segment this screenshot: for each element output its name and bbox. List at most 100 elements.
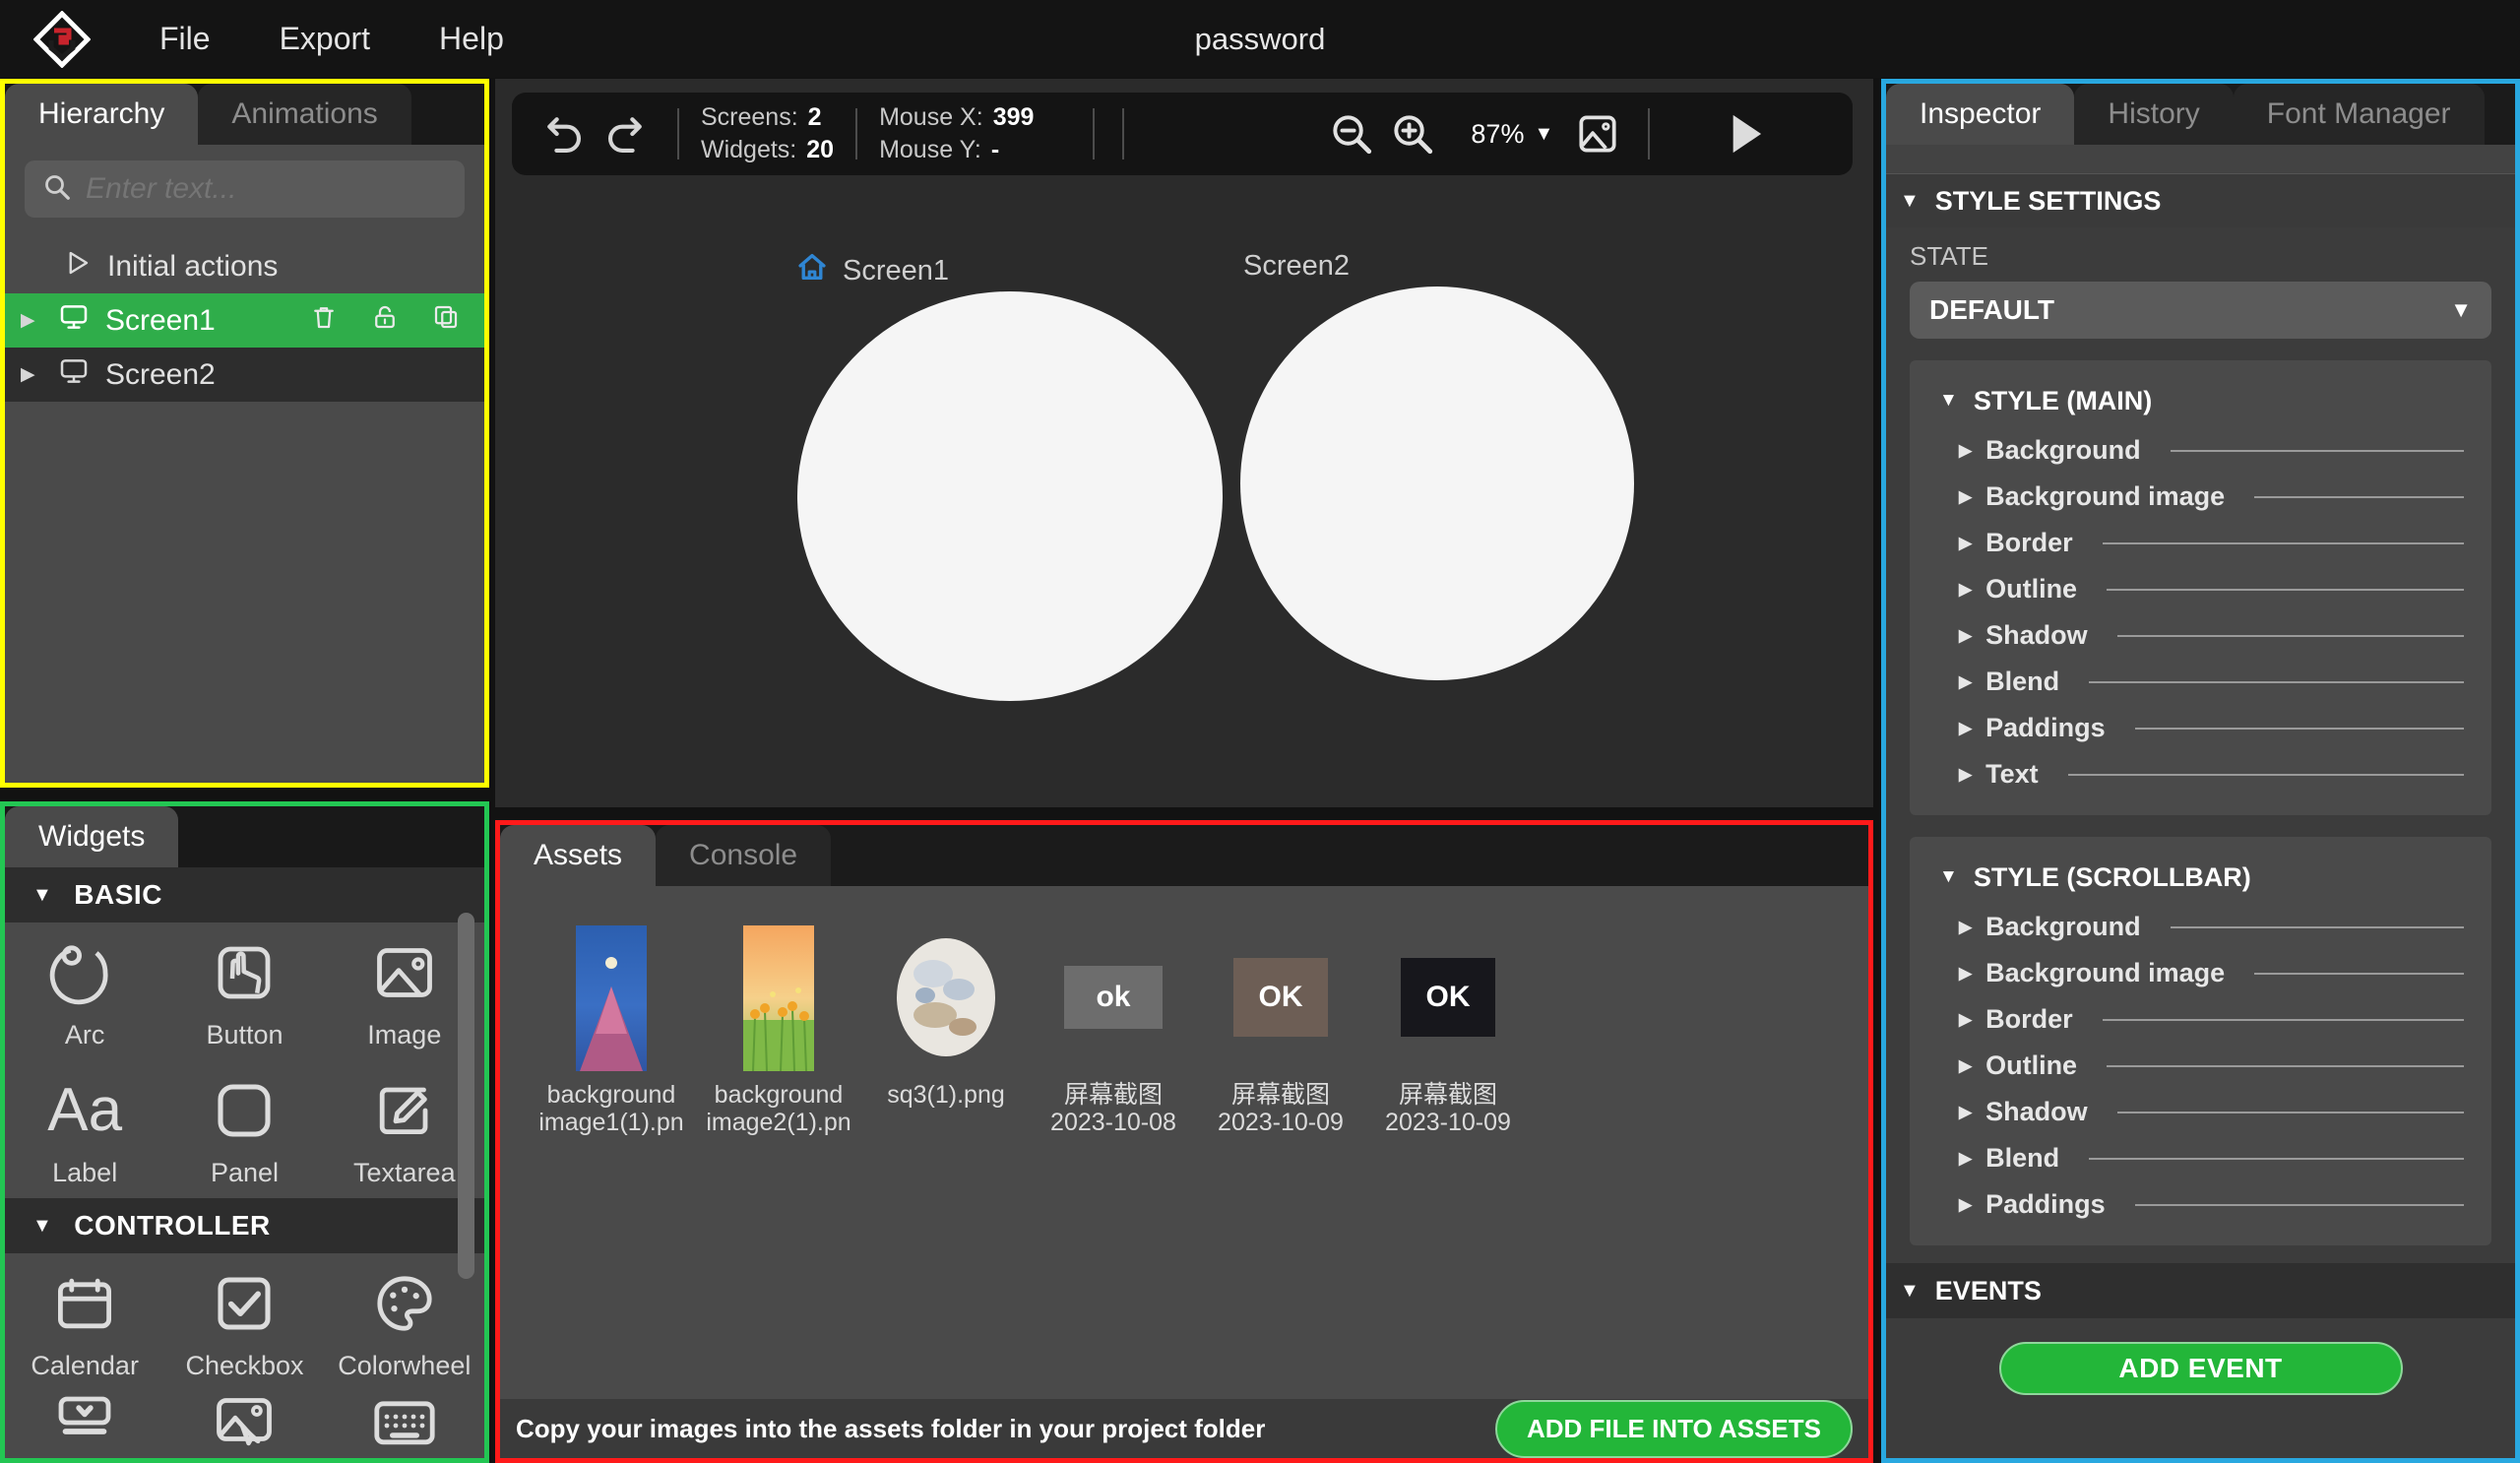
- asset-item[interactable]: OK 屏幕截图 2023-10-09: [1364, 923, 1532, 1136]
- play-icon[interactable]: [1709, 99, 1778, 168]
- widgets-section-basic[interactable]: ▼ BASIC: [5, 867, 484, 922]
- image-icon: [369, 933, 440, 1012]
- widget-imagebutton[interactable]: [164, 1391, 324, 1460]
- chevron-right-icon: ▶: [1959, 719, 1972, 738]
- zoom-level-dropdown[interactable]: 87% ▼: [1471, 119, 1553, 150]
- calendar-icon: [49, 1264, 120, 1343]
- prop-blend[interactable]: ▶ Blend: [1910, 659, 2491, 705]
- widget-checkbox[interactable]: Checkbox: [164, 1253, 324, 1391]
- scrollbar-prop-background[interactable]: ▶ Background: [1910, 904, 2491, 950]
- canvas-screen1-label: Screen1: [795, 250, 949, 291]
- chevron-down-icon: ▼: [32, 884, 52, 907]
- mouse-y-value: -: [991, 136, 999, 164]
- tab-inspector[interactable]: Inspector: [1886, 84, 2074, 145]
- widget-label: Checkbox: [185, 1351, 303, 1381]
- widget-panel[interactable]: Panel: [164, 1060, 324, 1198]
- prop-label: Blend: [1985, 667, 2059, 697]
- menu-help[interactable]: Help: [439, 21, 504, 57]
- tab-animations[interactable]: Animations: [198, 84, 410, 145]
- scrollbar-prop-shadow[interactable]: ▶ Shadow: [1910, 1089, 2491, 1135]
- widget-arc[interactable]: Arc: [5, 922, 164, 1060]
- asset-item[interactable]: background image1(1).pn: [528, 923, 695, 1136]
- tree-item-screen2[interactable]: ▶ Screen2: [5, 348, 484, 402]
- asset-item[interactable]: OK 屏幕截图 2023-10-09: [1197, 923, 1364, 1136]
- tab-console[interactable]: Console: [656, 825, 831, 886]
- mouse-coordinates: Mouse X:399 Mouse Y:-: [857, 103, 1055, 164]
- add-event-button[interactable]: ADD EVENT: [1999, 1342, 2403, 1395]
- section-style-main[interactable]: ▼ STYLE (MAIN): [1910, 374, 2491, 427]
- prop-outline[interactable]: ▶ Outline: [1910, 566, 2491, 612]
- prop-paddings[interactable]: ▶ Paddings: [1910, 705, 2491, 751]
- prop-label: Background: [1985, 912, 2141, 942]
- search-input[interactable]: [86, 172, 447, 206]
- imagebutton-icon: [209, 1391, 280, 1460]
- tab-widgets[interactable]: Widgets: [5, 806, 178, 867]
- scrollbar-prop-outline[interactable]: ▶ Outline: [1910, 1043, 2491, 1089]
- asset-caption: 屏幕截图 2023-10-08: [1050, 1081, 1176, 1136]
- asset-thumb-text: OK: [1401, 958, 1495, 1037]
- widget-label: Arc: [65, 1020, 105, 1050]
- label-aa-icon: Aa: [47, 1071, 122, 1150]
- prop-background[interactable]: ▶ Background: [1910, 427, 2491, 474]
- tree-item-screen1[interactable]: ▶ Screen1: [5, 293, 484, 348]
- prop-label: Blend: [1985, 1143, 2059, 1174]
- asset-item[interactable]: sq3(1).png: [862, 923, 1030, 1136]
- chevron-right-icon[interactable]: ▶: [21, 363, 42, 386]
- undo-icon[interactable]: [534, 103, 595, 164]
- section-style-settings[interactable]: ▼ STYLE SETTINGS: [1886, 174, 2515, 227]
- state-select[interactable]: DEFAULT ▼: [1910, 282, 2491, 339]
- section-style-scrollbar[interactable]: ▼ STYLE (SCROLLBAR): [1910, 851, 2491, 904]
- tree-row-actions: [309, 302, 461, 340]
- widget-calendar[interactable]: Calendar: [5, 1253, 164, 1391]
- home-icon: [795, 250, 829, 291]
- scrollbar-prop-blend[interactable]: ▶ Blend: [1910, 1135, 2491, 1181]
- scrollbar-prop-border[interactable]: ▶ Border: [1910, 996, 2491, 1043]
- chevron-right-icon[interactable]: ▶: [21, 309, 42, 332]
- tab-hierarchy[interactable]: Hierarchy: [5, 84, 198, 145]
- section-title: STYLE (SCROLLBAR): [1974, 862, 2251, 893]
- divider: [2089, 681, 2464, 683]
- design-canvas[interactable]: Screen1 Screen2: [495, 189, 1873, 807]
- tree-item-initial-actions[interactable]: Initial actions: [5, 239, 484, 293]
- hierarchy-tree: Initial actions ▶ Screen1: [5, 239, 484, 402]
- chevron-right-icon: ▶: [1959, 441, 1972, 461]
- chevron-right-icon: ▶: [1959, 672, 1972, 692]
- widgets-scrollbar[interactable]: [458, 913, 474, 1279]
- unlock-icon[interactable]: [370, 302, 400, 340]
- duplicate-icon[interactable]: [431, 302, 461, 340]
- widget-label-item[interactable]: Aa Label: [5, 1060, 164, 1198]
- tab-assets[interactable]: Assets: [500, 825, 656, 886]
- menu-file[interactable]: File: [159, 21, 211, 57]
- chevron-down-icon: ▼: [1939, 866, 1958, 888]
- widget-keyboard[interactable]: [325, 1391, 484, 1460]
- tab-font-manager[interactable]: Font Manager: [2234, 84, 2485, 145]
- scrollbar-prop-background-image[interactable]: ▶ Background image: [1910, 950, 2491, 996]
- redo-icon[interactable]: [595, 103, 656, 164]
- widget-dropdown[interactable]: [5, 1391, 164, 1460]
- image-export-icon[interactable]: [1567, 103, 1628, 164]
- zoom-in-icon[interactable]: [1382, 103, 1443, 164]
- search-icon: [42, 172, 72, 207]
- prop-shadow[interactable]: ▶ Shadow: [1910, 612, 2491, 659]
- main-menu: File Export Help: [159, 21, 504, 57]
- asset-item[interactable]: ok 屏幕截图 2023-10-08: [1030, 923, 1197, 1136]
- divider: [2171, 450, 2464, 452]
- menu-export[interactable]: Export: [280, 21, 370, 57]
- zoom-out-icon[interactable]: [1321, 103, 1382, 164]
- widget-button[interactable]: Button: [164, 922, 324, 1060]
- app-logo-diamond-icon: [32, 9, 93, 70]
- hierarchy-search[interactable]: [25, 160, 465, 218]
- prop-background-image[interactable]: ▶ Background image: [1910, 474, 2491, 520]
- scrollbar-prop-paddings[interactable]: ▶ Paddings: [1910, 1181, 2491, 1228]
- screen1-circle-widget[interactable]: [797, 291, 1223, 701]
- asset-item[interactable]: background image2(1).pn: [695, 923, 862, 1136]
- chevron-right-icon: ▶: [1959, 534, 1972, 553]
- screen2-circle-widget[interactable]: [1240, 286, 1634, 680]
- trash-icon[interactable]: [309, 302, 339, 340]
- tab-history[interactable]: History: [2074, 84, 2233, 145]
- widgets-section-controller[interactable]: ▼ CONTROLLER: [5, 1198, 484, 1253]
- add-file-into-assets-button[interactable]: ADD FILE INTO ASSETS: [1495, 1400, 1853, 1458]
- prop-text[interactable]: ▶ Text: [1910, 751, 2491, 797]
- section-events[interactable]: ▼ EVENTS: [1886, 1263, 2515, 1318]
- prop-border[interactable]: ▶ Border: [1910, 520, 2491, 566]
